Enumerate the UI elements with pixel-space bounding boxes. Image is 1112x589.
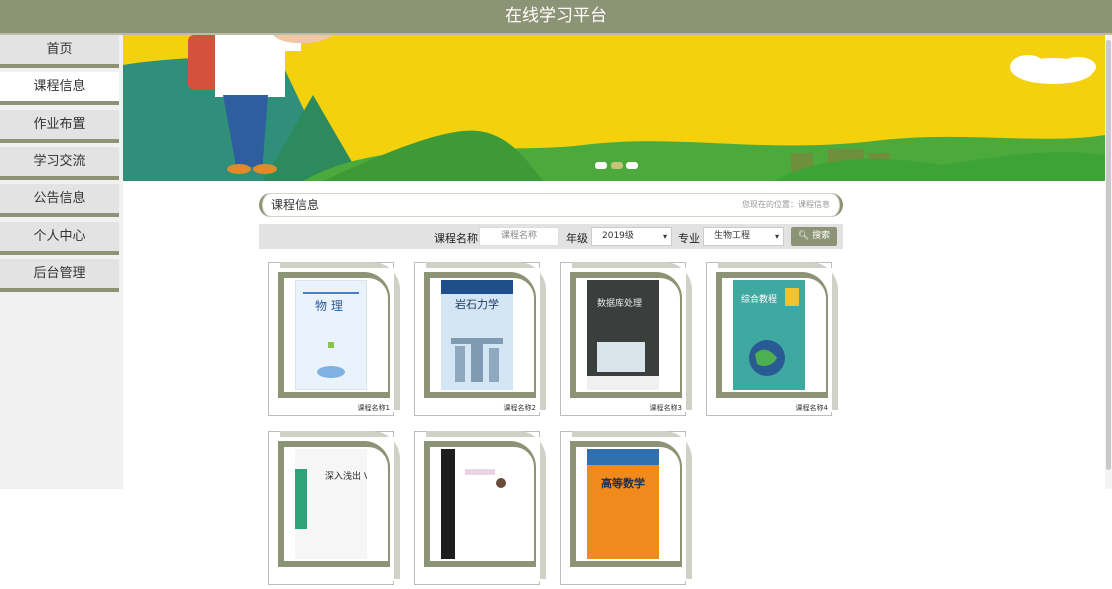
app-title: 在线学习平台: [505, 6, 607, 26]
cover-title: 高等数学: [601, 476, 645, 490]
chevron-down-icon: ▾: [662, 232, 667, 241]
section-title: 课程信息: [271, 198, 320, 212]
sidebar-item-label: 个人中心: [33, 229, 86, 244]
course-card[interactable]: 深入浅出 Vue.js: [268, 431, 402, 589]
app-header: 在线学习平台: [0, 0, 1112, 35]
sidebar: 首页 课程信息 作业布置 学习交流 公告信息 个人中心 后台管理: [0, 35, 123, 489]
course-cover-image: 高等数学: [587, 449, 659, 559]
course-card[interactable]: [414, 431, 548, 589]
course-name-input[interactable]: 课程名称: [479, 227, 559, 246]
major-label: 专业: [678, 232, 700, 245]
course-cover-image: 数据库处理: [587, 280, 659, 390]
course-name: 课程名称4: [795, 404, 828, 412]
course-name: 课程名称3: [649, 404, 682, 412]
course-card[interactable]: 综合教程 课程名称4: [706, 262, 840, 420]
course-card[interactable]: 岩石力学 课程名称2: [414, 262, 548, 420]
sidebar-item-profile[interactable]: 个人中心: [0, 222, 119, 255]
scrollbar-thumb[interactable]: [1106, 40, 1111, 470]
cover-title: 综合教程: [741, 293, 777, 305]
sidebar-item-home[interactable]: 首页: [0, 35, 119, 68]
course-cover-image: [441, 449, 513, 559]
major-select[interactable]: 生物工程 ▾: [703, 227, 784, 246]
sidebar-item-forum[interactable]: 学习交流: [0, 147, 119, 180]
course-card[interactable]: 数据库处理 课程名称3: [560, 262, 694, 420]
sidebar-item-label: 首页: [46, 42, 73, 57]
sidebar-item-label: 后台管理: [33, 266, 86, 281]
course-name-placeholder: 课程名称: [500, 231, 537, 241]
sidebar-item-label: 作业布置: [33, 117, 86, 132]
section-title-bar: 课程信息 您现在的位置：课程信息: [259, 193, 843, 217]
search-bar: 课程名称 课程名称 年级 2019级 ▾ 专业 生物工程 ▾ 🔍︎ 搜索: [259, 224, 843, 249]
carousel-indicator-3[interactable]: [626, 162, 638, 169]
banner-illustration: [123, 35, 1105, 181]
sidebar-item-label: 学习交流: [33, 154, 86, 169]
course-cover-image: 深入浅出 Vue.js: [295, 449, 367, 559]
course-card[interactable]: 高等数学: [560, 431, 694, 589]
course-name: 课程名称1: [357, 404, 390, 412]
grade-select-value: 2019级: [602, 231, 634, 241]
chevron-down-icon: ▾: [774, 232, 779, 241]
course-cover-image: 岩石力学: [441, 280, 513, 390]
cover-title: 物 理: [315, 299, 343, 313]
sidebar-item-notices[interactable]: 公告信息: [0, 184, 119, 217]
sidebar-item-homework[interactable]: 作业布置: [0, 110, 119, 143]
search-button[interactable]: 🔍︎ 搜索: [791, 227, 837, 246]
breadcrumb: 您现在的位置：课程信息: [742, 200, 830, 209]
sidebar-item-admin[interactable]: 后台管理: [0, 259, 119, 292]
sidebar-item-label: 课程信息: [33, 79, 86, 94]
course-cover-image: 综合教程: [733, 280, 805, 390]
sidebar-item-label: 公告信息: [33, 191, 86, 206]
carousel-indicator-1[interactable]: [595, 162, 607, 169]
search-icon: 🔍︎: [797, 231, 810, 241]
cover-title: 深入浅出 Vue.js: [325, 470, 367, 482]
carousel-indicator-2[interactable]: [611, 162, 623, 169]
course-card[interactable]: 物 理 课程名称1: [268, 262, 402, 420]
cover-title: 数据库处理: [597, 297, 642, 309]
grade-select[interactable]: 2019级 ▾: [591, 227, 672, 246]
major-select-value: 生物工程: [714, 231, 751, 241]
cover-title: 岩石力学: [455, 297, 499, 311]
grade-label: 年级: [566, 232, 588, 245]
course-cover-image: 物 理: [295, 280, 367, 390]
banner-carousel[interactable]: [123, 35, 1105, 181]
course-name-label: 课程名称: [434, 232, 478, 245]
sidebar-item-courses[interactable]: 课程信息: [0, 72, 119, 105]
course-name: 课程名称2: [503, 404, 536, 412]
search-button-label: 搜索: [812, 231, 831, 241]
